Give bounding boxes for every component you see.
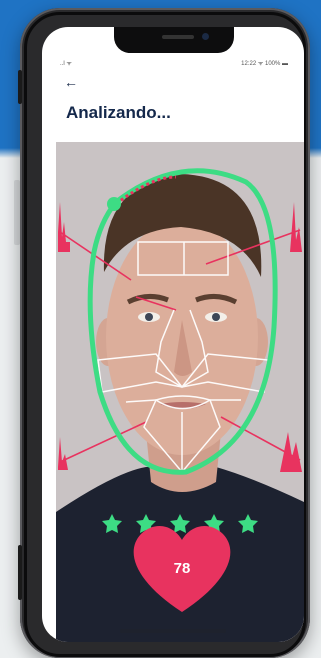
phone-screen: ..l ᯤ 12:22 ᯤ 100% ▬ ← Analizando... 78 (42, 27, 304, 642)
page-title: Analizando... (66, 103, 171, 122)
front-camera (202, 33, 209, 40)
speaker (162, 35, 194, 39)
contour-handle (107, 197, 121, 211)
back-arrow-icon[interactable]: ← (64, 75, 78, 89)
phone-side-button-volume (18, 545, 22, 600)
face-analysis-image: 78 (56, 142, 304, 642)
face-analysis-graphic: 78 (56, 142, 304, 642)
status-bar-left: ..l ᯤ (60, 61, 72, 67)
notch (114, 27, 234, 53)
phone-side-button-top (18, 70, 22, 104)
left-iris (145, 313, 153, 321)
score-value: 78 (174, 560, 191, 577)
right-iris (212, 313, 220, 321)
status-bar-right: 12:22 ᯤ 100% ▬ (241, 61, 288, 67)
home-indicator (120, 629, 226, 633)
